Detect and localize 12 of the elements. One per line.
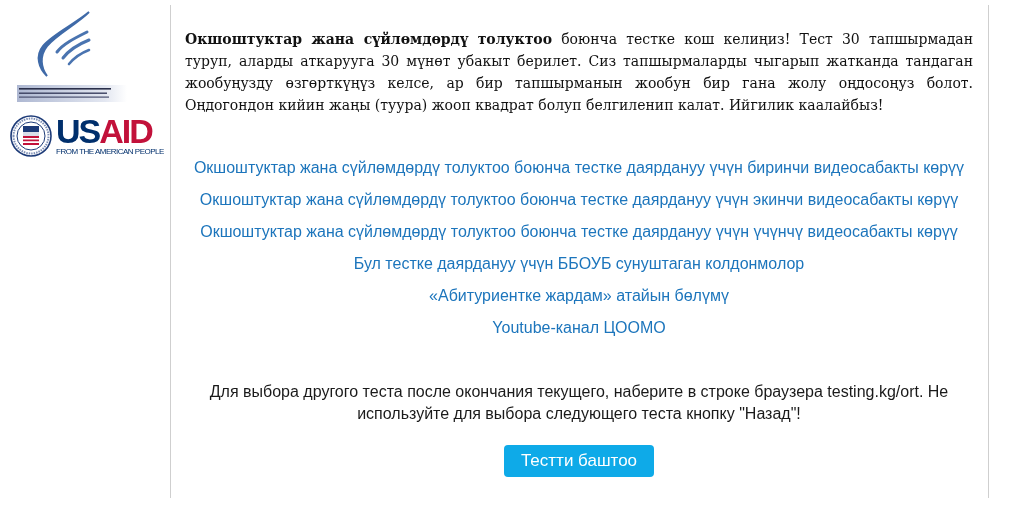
resource-link[interactable]: «Абитуриентке жардам» атайын бөлүмү bbox=[429, 286, 729, 306]
notice-text: Для выбора другого теста после окончания текущего, наберите в строке браузера testing.kg/ort. Не используйте для выбора следующего теста кнопку "Назад"! bbox=[208, 382, 950, 424]
resource-link[interactable]: Окшоштуктар жана сүйлөмдөрдү толуктоо боюнча тестке даярдануу үчүн биринчи видеосабакты көрүү bbox=[193, 158, 965, 178]
logo-tagline: FROM THE AMERICAN PEOPLE bbox=[56, 147, 164, 157]
resource-link[interactable]: Окшоштуктар жана сүйлөмдөрдү толуктоо боюнча тестке даярдануу үчүн үчүнчү видеосабакты көрүү bbox=[200, 222, 958, 242]
resource-link[interactable]: Окшоштуктар жана сүйлөмдөрдү толуктоо боюнча тестке даярдануу үчүн экинчи видеосабакты көрүү bbox=[199, 190, 959, 210]
seal-icon bbox=[10, 115, 52, 157]
resource-link[interactable]: Бул тестке даярдануу үчүн ББОУБ сунуштаган колдонмолор bbox=[353, 254, 805, 274]
usaid-wordmark: USAID bbox=[56, 115, 152, 147]
start-test-button[interactable]: Тестти баштоо bbox=[503, 445, 655, 477]
intro-paragraph: Окшоштуктар жана сүйлөмдөрдү толуктоо боюнча тестке кош келиңиз! Тест 30 тапшырмадан туруп, аларды аткарууга 30 мүнөт убакыт берилет. Сиз тапшырмаларды чыгарып жатканда тандаган жообуңузду өзгөрткүңүз келсе, ар бир тапшырманын жообун бир гана жолу оңдосоңуз болот. Оңдогондон кийин жаңы (туура) жооп квадрат болуп белгиленип калат. Ийгилик каалайбыз! bbox=[185, 30, 973, 115]
resource-link[interactable]: Youtube-канал ЦООМО bbox=[492, 318, 666, 338]
